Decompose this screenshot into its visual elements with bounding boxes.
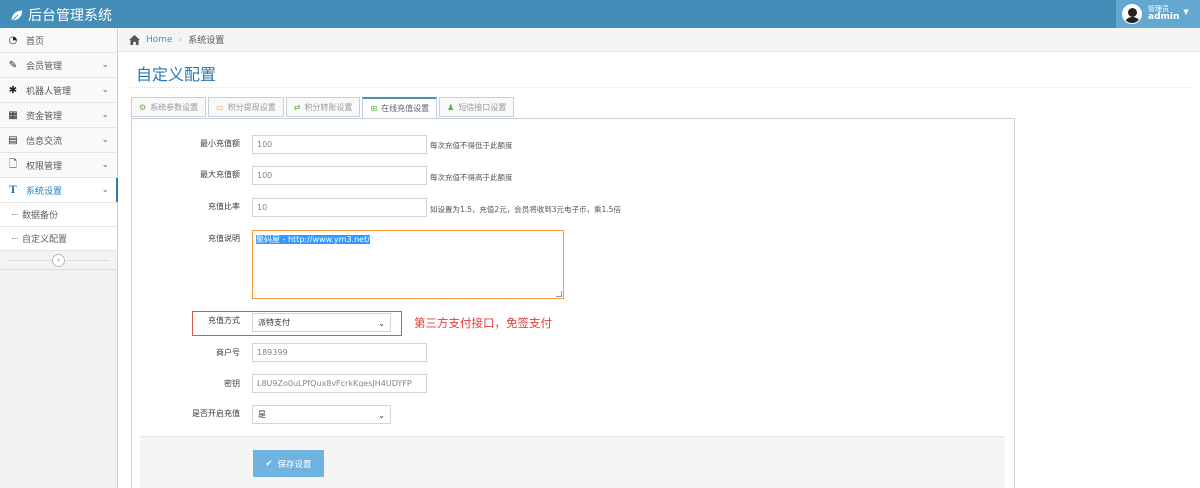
sidebar-item-label: 首页 <box>26 36 45 47</box>
sidebar-item-label: 信息交流 <box>26 136 63 147</box>
enabled-select-value: 是 <box>258 410 266 419</box>
tab-points-transfer[interactable]: ⇄ 积分转账设置 <box>285 97 361 117</box>
sidebar-item-permissions[interactable]: 🗋 权限管理 ⌄ <box>0 153 117 178</box>
method-label: 充值方式 <box>208 316 240 325</box>
sidebar-item-funds[interactable]: ▦ 资金管理 ⌄ <box>0 103 117 128</box>
sidebar-item-members[interactable]: ✎ 会员管理 ⌄ <box>0 53 117 78</box>
caret-down-icon: ▼ <box>1183 8 1189 16</box>
cogs-icon: ⚙ <box>139 102 147 112</box>
top-navbar: 后台管理系统 管理员 admin ▼ <box>0 0 1200 28</box>
max-recharge-input[interactable]: 100 <box>252 166 427 185</box>
resize-handle[interactable] <box>556 291 562 297</box>
exchange-icon: ⇄ <box>293 102 301 112</box>
tab-online-recharge[interactable]: ⊞ 在线充值设置 <box>362 97 438 119</box>
card-icon: ▭ <box>216 102 224 112</box>
breadcrumb: Home › 系统设置 <box>119 28 1200 52</box>
calendar-icon: ▦ <box>8 109 18 121</box>
description-textarea[interactable]: 聚码屋 - http://www.ym3.net/ <box>252 230 564 299</box>
tab-label: 在线充值设置 <box>381 104 430 113</box>
sidebar-item-settings[interactable]: T 系统设置 ⌄ <box>0 178 118 203</box>
chevron-down-icon: ⌄ <box>101 85 109 95</box>
asterisk-icon: ✱ <box>8 84 18 96</box>
sidebar-item-label: 会员管理 <box>26 61 63 72</box>
sidebar-subitem-label: 数据备份 <box>22 211 59 221</box>
app-title: 后台管理系统 <box>28 8 112 24</box>
enabled-label: 是否开启充值 <box>192 409 240 418</box>
tab-label: 系统参数设置 <box>150 102 199 112</box>
description-label: 充值说明 <box>208 234 240 243</box>
user-icon: ♟ <box>447 102 455 112</box>
sidebar-item-label: 资金管理 <box>26 111 63 122</box>
min-recharge-input[interactable]: 100 <box>252 135 427 154</box>
chevron-down-icon: ⌄ <box>101 160 109 170</box>
tab-system-params[interactable]: ⚙ 系统参数设置 <box>131 97 207 117</box>
chevron-down-icon: ⌄ <box>101 135 109 145</box>
secret-input[interactable]: L8U9Zo0uLPfQux8vFcrkKqesJH4UDYFP <box>252 374 427 393</box>
brand[interactable]: 后台管理系统 <box>10 5 112 25</box>
tab-label: 积分转账设置 <box>304 102 353 112</box>
check-icon: ✔ <box>265 458 273 469</box>
breadcrumb-home-link[interactable]: Home <box>146 35 173 45</box>
double-chevron-left-icon[interactable]: « <box>52 254 65 267</box>
tab-label: 短信接口设置 <box>458 102 507 112</box>
chevron-down-icon: ⌄ <box>378 319 385 328</box>
chevron-down-icon: ⌄ <box>378 411 385 420</box>
save-button-label: 保存设置 <box>277 459 312 470</box>
home-icon <box>129 34 140 45</box>
sidebar-subitem-label: 自定义配置 <box>22 235 68 245</box>
sidebar: ◔ 首页 ✎ 会员管理 ⌄ ✱ 机器人管理 ⌄ ▦ 资金管理 ⌄ ▤ 信息交流 … <box>0 28 118 488</box>
method-select-value: 派特支付 <box>258 318 290 327</box>
secret-label: 密钥 <box>224 379 240 388</box>
tab-sms-interface[interactable]: ♟ 短信接口设置 <box>439 97 515 117</box>
ratio-help: 如设置为1.5，充值2元，会员将收到3元电子币，乘1.5倍 <box>430 205 621 214</box>
user-menu[interactable]: 管理员 admin ▼ <box>1116 0 1200 28</box>
enabled-select[interactable]: 是 ⌄ <box>252 405 391 424</box>
dashboard-icon: ◔ <box>8 34 18 46</box>
sidebar-item-messages[interactable]: ▤ 信息交流 ⌄ <box>0 128 117 153</box>
sidebar-item-label: 系统设置 <box>26 186 63 197</box>
header-divider <box>128 87 1191 88</box>
sidebar-subitem-backup[interactable]: 数据备份 <box>0 203 117 227</box>
text-icon: T <box>9 184 17 196</box>
ratio-label: 充值比率 <box>208 202 240 211</box>
sidebar-collapse-bar: « <box>0 251 117 270</box>
list-icon: ▤ <box>8 134 18 146</box>
page-title: 自定义配置 <box>136 65 217 84</box>
chevron-down-icon: ⌄ <box>101 185 109 195</box>
edit-icon: ✎ <box>8 59 18 71</box>
min-recharge-help: 每次充值不得低于此额度 <box>430 141 513 150</box>
sidebar-item-home[interactable]: ◔ 首页 <box>0 28 117 53</box>
plus-square-icon: ⊞ <box>370 104 378 113</box>
tab-points-withdraw[interactable]: ▭ 积分提现设置 <box>208 97 284 117</box>
leaf-icon <box>11 10 23 22</box>
annotation-text: 第三方支付接口，免签支付 <box>414 316 552 330</box>
sidebar-item-label: 权限管理 <box>26 161 63 172</box>
sidebar-subitem-custom-config[interactable]: 自定义配置 <box>0 227 117 251</box>
user-name: admin <box>1148 11 1180 22</box>
description-text: 聚码屋 - http://www.ym3.net/ <box>256 235 370 244</box>
chevron-down-icon: ⌄ <box>101 60 109 70</box>
tab-label: 积分提现设置 <box>227 102 276 112</box>
max-recharge-help: 每次充值不得高于此额度 <box>430 173 513 182</box>
chevron-down-icon: ⌄ <box>101 110 109 120</box>
file-icon: 🗋 <box>8 158 18 170</box>
merchant-label: 商户号 <box>216 348 240 357</box>
sidebar-item-label: 机器人管理 <box>26 86 72 97</box>
merchant-input[interactable]: 189399 <box>252 343 427 362</box>
min-recharge-label: 最小充值额 <box>200 139 240 148</box>
chevron-right-icon: › <box>178 34 183 45</box>
sidebar-item-robots[interactable]: ✱ 机器人管理 ⌄ <box>0 78 117 103</box>
ratio-input[interactable]: 10 <box>252 198 427 217</box>
save-button[interactable]: ✔ 保存设置 <box>253 450 324 477</box>
breadcrumb-current: 系统设置 <box>188 36 225 46</box>
max-recharge-label: 最大充值额 <box>200 170 240 179</box>
settings-tabs: ⚙ 系统参数设置 ▭ 积分提现设置 ⇄ 积分转账设置 ⊞ 在线充值设置 ♟ 短信… <box>131 97 516 119</box>
method-select[interactable]: 派特支付 ⌄ <box>252 313 391 332</box>
avatar <box>1122 4 1142 24</box>
